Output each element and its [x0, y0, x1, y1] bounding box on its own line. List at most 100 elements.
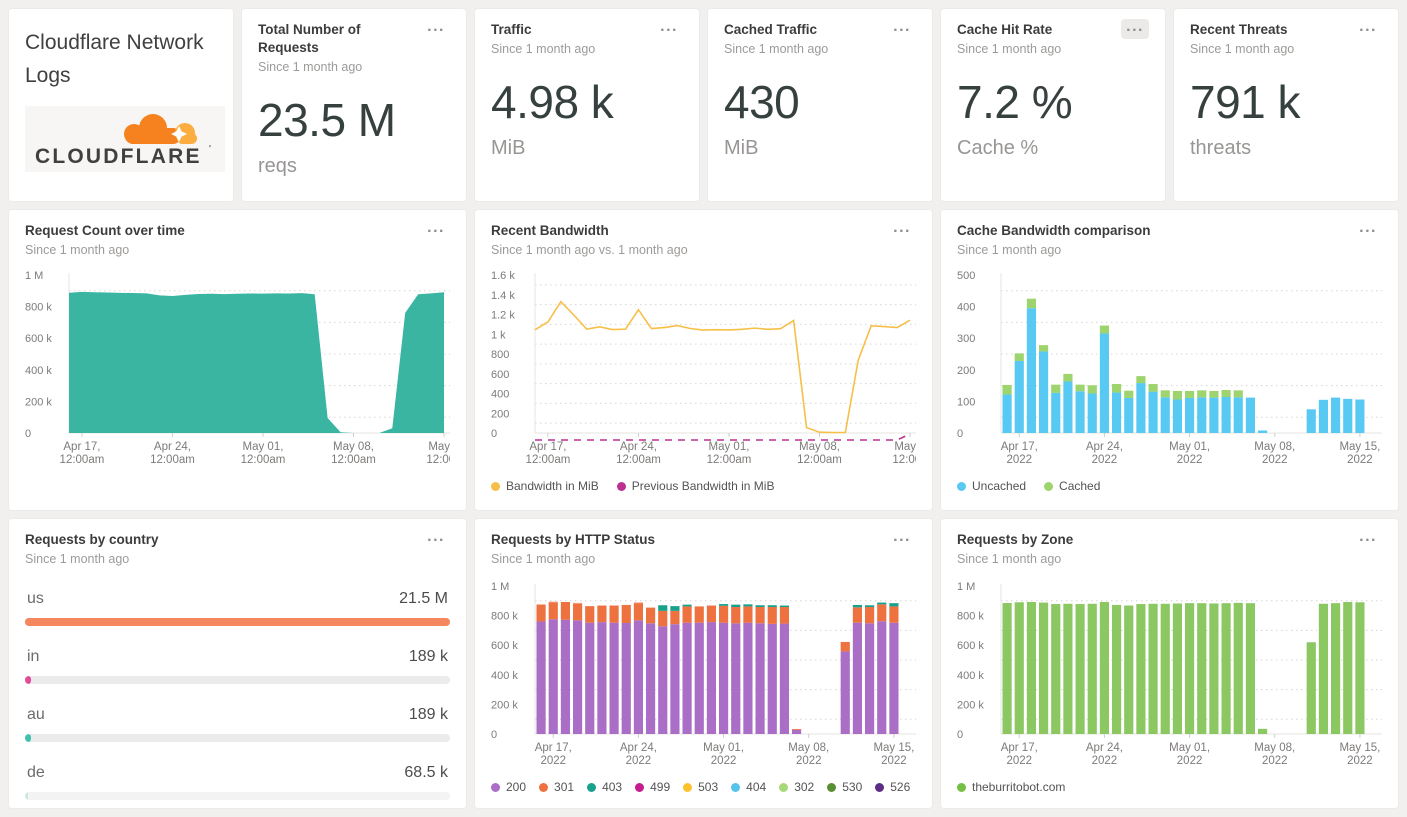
svg-text:0: 0 — [491, 729, 497, 741]
more-options-button[interactable]: ... — [655, 19, 683, 39]
card-title: Cache Hit Rate — [957, 22, 1053, 37]
legend-item[interactable]: 404 — [731, 780, 766, 794]
svg-text:Apr 17,2022: Apr 17, 2022 — [535, 742, 572, 767]
panel-title: Cache Bandwidth comparison — [957, 223, 1151, 238]
zone-chart: 1 M 800 k 600 k 400 k 200 k 0 Apr 17, 2022 Apr 2… — [957, 578, 1382, 774]
svg-text:May 01,2022: May 01, 2022 — [1169, 742, 1210, 767]
more-options-button[interactable]: ... — [422, 220, 450, 240]
more-options-button[interactable]: ... — [888, 19, 916, 39]
svg-text:1 M: 1 M — [491, 581, 509, 593]
cloudflare-logo: CLOUDFLARE ' — [25, 106, 225, 173]
cloudflare-logo-icon: CLOUDFLARE ' — [35, 114, 211, 168]
svg-text:May 08,2022: May 08, 2022 — [1254, 742, 1295, 767]
stat-unit: reqs — [258, 154, 297, 177]
legend-dot-icon — [539, 782, 549, 792]
stat-card-total-requests: Total Number of Requests Since 1 month a… — [241, 8, 467, 202]
panel-requests-by-zone: Requests by Zone Since 1 month ago ... 1… — [940, 518, 1399, 809]
more-options-button[interactable]: ... — [422, 529, 450, 549]
panel-subtitle: Since 1 month ago — [25, 243, 130, 258]
country-label: us — [27, 590, 44, 608]
dashboard-title: Cloudflare Network Logs — [25, 31, 204, 87]
card-subtitle: Since 1 month ago — [491, 42, 596, 57]
stat-value: 4.98 k — [491, 76, 614, 129]
more-options-button[interactable]: ... — [422, 19, 450, 39]
legend-item[interactable]: 530 — [827, 780, 862, 794]
svg-text:Apr 24,2022: Apr 24, 2022 — [1086, 742, 1123, 767]
card-subtitle: Since 1 month ago — [1190, 42, 1295, 57]
legend-dot-icon — [779, 782, 789, 792]
svg-text:Apr 24,12:00am: Apr 24, 12:00am — [150, 441, 195, 466]
legend-label: 403 — [602, 780, 623, 795]
svg-text:May 01,12:00am: May 01, 12:00am — [241, 441, 286, 466]
legend-dot-icon — [683, 782, 693, 792]
legend-item[interactable]: Previous Bandwidth in MiB — [616, 479, 774, 493]
more-options-button[interactable]: ... — [1354, 220, 1382, 240]
panel-title: Request Count over time — [25, 223, 185, 238]
legend-item[interactable]: Bandwidth in MiB — [491, 479, 599, 493]
svg-text:0: 0 — [957, 428, 963, 440]
svg-text:600: 600 — [491, 369, 509, 381]
stat-value: 23.5 M — [258, 94, 396, 147]
legend-item[interactable]: 524 — [491, 807, 526, 808]
legend-item[interactable]: 503 — [683, 780, 718, 794]
legend-item[interactable]: 200 — [491, 780, 526, 794]
more-options-button[interactable]: ... — [888, 529, 916, 549]
svg-text:Apr 24,2022: Apr 24, 2022 — [620, 742, 657, 767]
request-count-chart: 1 M 800 k 600 k 400 k 200 k 0 Apr 17, 12:00am Ap… — [25, 267, 450, 473]
svg-text:0: 0 — [491, 428, 497, 440]
country-bar-track — [25, 618, 450, 627]
more-options-button[interactable]: ... — [1354, 529, 1382, 549]
svg-text:May 15,2022: May 15, 2022 — [1339, 742, 1380, 767]
more-options-button[interactable]: ... — [1121, 19, 1149, 39]
legend-item[interactable]: 301 — [539, 780, 574, 794]
svg-text:100: 100 — [957, 397, 975, 409]
country-bar-fill — [25, 792, 28, 801]
svg-text:500: 500 — [957, 270, 975, 282]
legend-item[interactable]: 302 — [779, 780, 814, 794]
stat-unit: MiB — [724, 136, 759, 159]
svg-text:600 k: 600 k — [957, 640, 984, 652]
country-bar-track — [25, 676, 450, 685]
stat-card-traffic: Traffic Since 1 month ago ... 4.98 k MiB — [474, 8, 700, 202]
cache-bandwidth-comparison-canvas: 500 400 300 200 100 0 Apr 17, 2022 Apr 24, 2022 Ma… — [957, 270, 1382, 466]
country-bar-fill — [25, 676, 32, 685]
card-title: Traffic — [491, 22, 532, 37]
legend-dot-icon — [957, 481, 966, 491]
legend-item[interactable]: theburritobot.com — [957, 780, 1065, 794]
more-options-button[interactable]: ... — [888, 220, 916, 240]
legend-item[interactable]: 499 — [635, 780, 670, 794]
svg-text:': ' — [209, 144, 211, 155]
legend-label: 530 — [842, 780, 863, 795]
svg-text:200: 200 — [957, 365, 975, 377]
request-count-canvas: 1 M 800 k 600 k 400 k 200 k 0 Apr 17, 12:00am Ap… — [25, 270, 450, 466]
country-bar-track — [25, 792, 450, 801]
svg-text:0: 0 — [25, 428, 31, 440]
legend-label: 200 — [506, 780, 527, 795]
more-options-button[interactable]: ... — [1354, 19, 1382, 39]
svg-text:800 k: 800 k — [25, 302, 52, 314]
chart-legend: Bandwidth in MiB Previous Bandwidth in Mi… — [491, 479, 916, 493]
legend-label: 302 — [794, 780, 815, 795]
svg-text:800: 800 — [491, 349, 509, 361]
svg-text:200 k: 200 k — [25, 397, 52, 409]
country-row: de 68.5 k — [25, 764, 450, 801]
stat-card-cached-traffic: Cached Traffic Since 1 month ago ... 430… — [707, 8, 933, 202]
svg-text:600 k: 600 k — [491, 640, 518, 652]
chart-row-1: Request Count over time Since 1 month ag… — [8, 209, 1399, 511]
svg-text:1.2 k: 1.2 k — [491, 310, 515, 322]
legend-item[interactable]: Uncached — [957, 479, 1026, 493]
country-value: 189 k — [408, 706, 448, 724]
legend-item[interactable]: Cached — [1044, 479, 1100, 493]
legend-item[interactable]: 403 — [587, 780, 622, 794]
legend-label: 404 — [746, 780, 767, 795]
card-title: Total Number of Requests — [258, 22, 361, 56]
panel-title: Recent Bandwidth — [491, 223, 609, 238]
recent-bandwidth-chart: 1.6 k 1.4 k 1.2 k 1 k 800 600 400 200 0 Apr 17, 12… — [491, 267, 916, 473]
legend-label: 499 — [650, 780, 671, 795]
svg-text:Apr 17,2022: Apr 17, 2022 — [1001, 742, 1038, 767]
country-value: 21.5 M — [399, 590, 448, 608]
legend-item[interactable]: 526 — [875, 780, 910, 794]
svg-text:Apr 24,2022: Apr 24, 2022 — [1086, 441, 1123, 466]
svg-text:400 k: 400 k — [25, 365, 52, 377]
chart-legend: Uncached Cached — [957, 479, 1382, 493]
